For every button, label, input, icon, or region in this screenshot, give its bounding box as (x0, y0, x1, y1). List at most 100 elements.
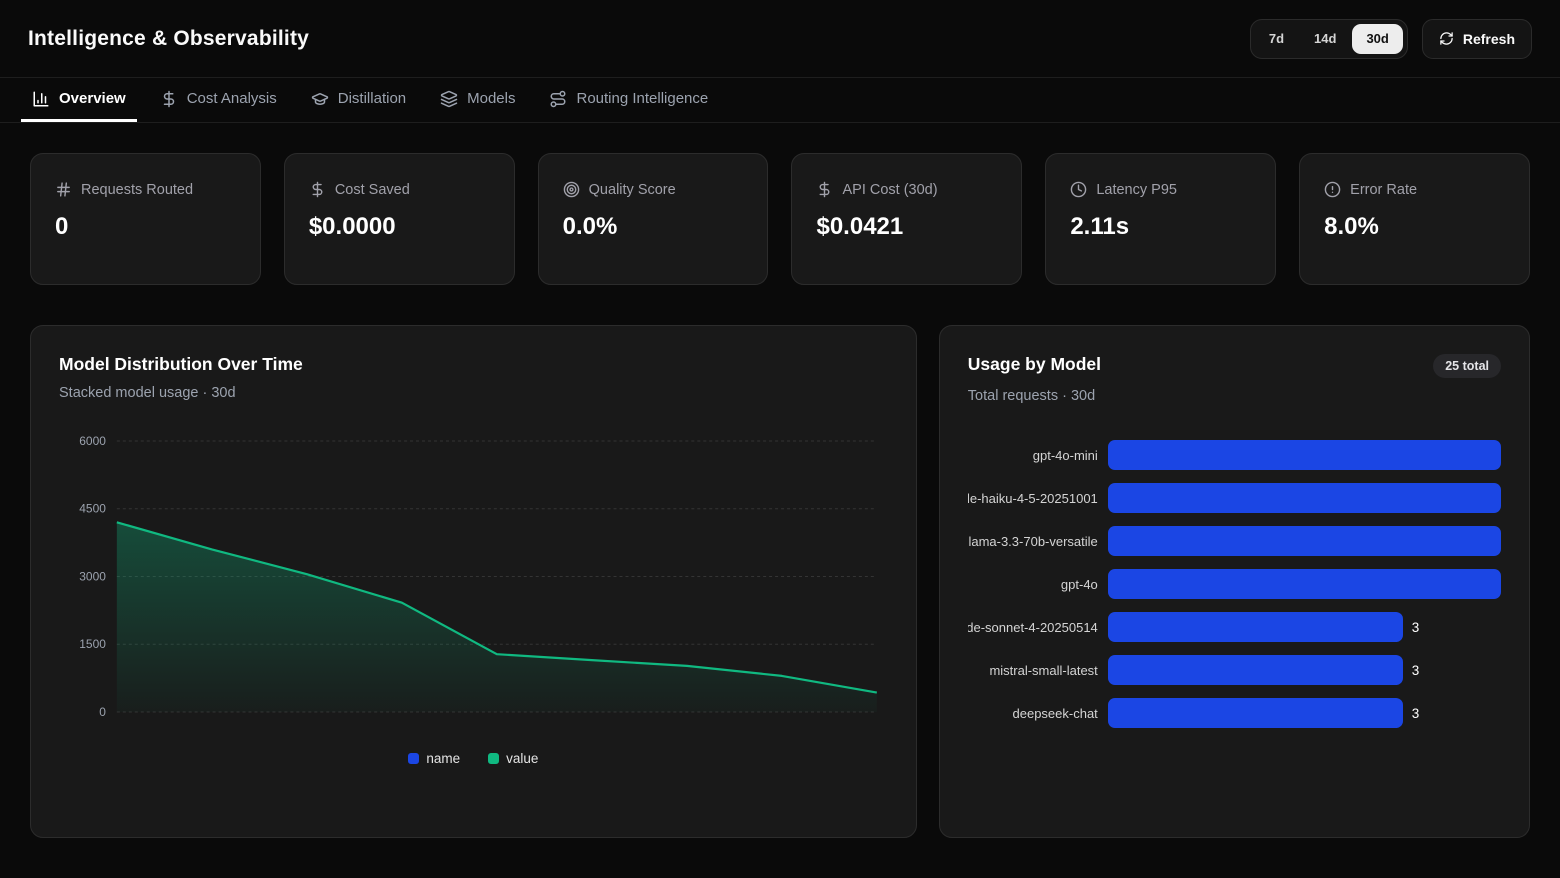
usage-row: llama-3.3-70b-versatile (968, 526, 1501, 556)
usage-track (1108, 569, 1501, 599)
usage-bar (1108, 655, 1403, 685)
dollar-icon (160, 90, 178, 108)
metric-label-row: Error Rate (1324, 181, 1505, 198)
graduation-cap-icon (311, 90, 329, 108)
usage-track (1108, 526, 1501, 556)
model-label: gpt-4o-mini (968, 448, 1098, 463)
model-label: mistral-small-latest (968, 663, 1098, 678)
legend-swatch (488, 753, 499, 764)
svg-text:6000: 6000 (79, 434, 106, 448)
legend-label: value (506, 751, 538, 766)
usage-row: gpt-4o (968, 569, 1501, 599)
route-icon (549, 90, 567, 108)
usage-rows: gpt-4o-mini claude-haiku-4-5-20251001 llam… (968, 440, 1501, 728)
usage-row: mistral-small-latest 3 (968, 655, 1501, 685)
metric-card-requests-routed: Requests Routed 0 (30, 153, 261, 285)
model-label: claude-haiku-4-5-20251001 (968, 491, 1098, 506)
usage-bar (1108, 612, 1403, 642)
usage-track: 3 (1108, 612, 1501, 642)
metric-label: Latency P95 (1096, 182, 1177, 198)
hash-icon (55, 181, 72, 198)
metric-label-row: API Cost (30d) (816, 181, 997, 198)
metric-card-latency-p95: Latency P95 2.11s (1045, 153, 1276, 285)
metric-label-row: Latency P95 (1070, 181, 1251, 198)
metric-card-cost-saved: Cost Saved $0.0000 (284, 153, 515, 285)
charts-row: Model Distribution Over Time Stacked mod… (30, 325, 1530, 838)
distribution-title: Model Distribution Over Time (59, 354, 888, 375)
model-distribution-panel: Model Distribution Over Time Stacked mod… (30, 325, 917, 838)
usage-row: gpt-4o-mini (968, 440, 1501, 470)
target-icon (563, 181, 580, 198)
usage-by-model-panel: Usage by Model 25 total Total requests ·… (939, 325, 1530, 838)
metric-label-row: Cost Saved (309, 181, 490, 198)
legend-item-name: name (408, 751, 460, 766)
usage-row: claude-sonnet-4-20250514 3 (968, 612, 1501, 642)
model-label: gpt-4o (968, 577, 1098, 592)
metric-value: 0 (55, 213, 236, 241)
usage-panel-head: Usage by Model 25 total (968, 354, 1501, 378)
usage-track: 3 (1108, 698, 1501, 728)
metric-card-quality-score: Quality Score 0.0% (538, 153, 769, 285)
chart-legend: name value (59, 751, 888, 766)
tab-label: Overview (59, 90, 126, 107)
tab-models[interactable]: Models (429, 78, 526, 122)
metric-value: 8.0% (1324, 213, 1505, 241)
usage-track: 3 (1108, 655, 1501, 685)
metric-value: 2.11s (1070, 213, 1251, 241)
refresh-label: Refresh (1463, 31, 1515, 47)
metric-value: 0.0% (563, 213, 744, 241)
tab-distillation[interactable]: Distillation (300, 78, 417, 122)
metric-label-row: Quality Score (563, 181, 744, 198)
svg-text:4500: 4500 (79, 502, 106, 516)
total-badge: 25 total (1433, 354, 1501, 378)
tab-cost-analysis[interactable]: Cost Analysis (149, 78, 288, 122)
metric-card-api-cost-30d-: API Cost (30d) $0.0421 (791, 153, 1022, 285)
bar-chart-icon (32, 90, 50, 108)
tab-label: Routing Intelligence (576, 90, 708, 107)
layers-icon (440, 90, 458, 108)
clock-icon (1070, 181, 1087, 198)
legend-item-value: value (488, 751, 538, 766)
tab-label: Distillation (338, 90, 406, 107)
usage-row: deepseek-chat 3 (968, 698, 1501, 728)
usage-value: 3 (1412, 706, 1420, 721)
usage-bar (1108, 483, 1501, 513)
usage-track (1108, 483, 1501, 513)
model-label: deepseek-chat (968, 706, 1098, 721)
page-title: Intelligence & Observability (28, 27, 309, 51)
tab-label: Models (467, 90, 515, 107)
svg-text:0: 0 (99, 705, 106, 719)
metric-label: Quality Score (589, 182, 676, 198)
dollar-icon (816, 181, 833, 198)
header-controls: 7d14d30d Refresh (1250, 19, 1532, 59)
usage-subtitle: Total requests · 30d (968, 388, 1501, 404)
refresh-icon (1439, 31, 1454, 46)
metric-card-error-rate: Error Rate 8.0% (1299, 153, 1530, 285)
model-label: llama-3.3-70b-versatile (968, 534, 1098, 549)
usage-value: 3 (1412, 663, 1420, 678)
metric-cards: Requests Routed 0 Cost Saved $0.0000 Quality… (30, 153, 1530, 285)
range-button-7d[interactable]: 7d (1255, 24, 1298, 54)
metric-label: Error Rate (1350, 182, 1417, 198)
metric-value: $0.0421 (816, 213, 997, 241)
svg-text:1500: 1500 (79, 637, 106, 651)
range-button-30d[interactable]: 30d (1352, 24, 1402, 54)
tab-overview[interactable]: Overview (21, 78, 137, 122)
usage-track (1108, 440, 1501, 470)
legend-swatch (408, 753, 419, 764)
usage-bar (1108, 526, 1501, 556)
usage-bar (1108, 698, 1403, 728)
usage-title: Usage by Model (968, 354, 1101, 375)
refresh-button[interactable]: Refresh (1422, 19, 1532, 59)
alert-circle-icon (1324, 181, 1341, 198)
dollar-icon (309, 181, 326, 198)
usage-bar (1108, 569, 1501, 599)
model-label: claude-sonnet-4-20250514 (968, 620, 1098, 635)
legend-label: name (426, 751, 460, 766)
metric-label-row: Requests Routed (55, 181, 236, 198)
range-button-14d[interactable]: 14d (1300, 24, 1350, 54)
tab-routing-intelligence[interactable]: Routing Intelligence (538, 78, 719, 122)
metric-label: API Cost (30d) (842, 182, 937, 198)
metric-value: $0.0000 (309, 213, 490, 241)
usage-value: 3 (1412, 620, 1420, 635)
